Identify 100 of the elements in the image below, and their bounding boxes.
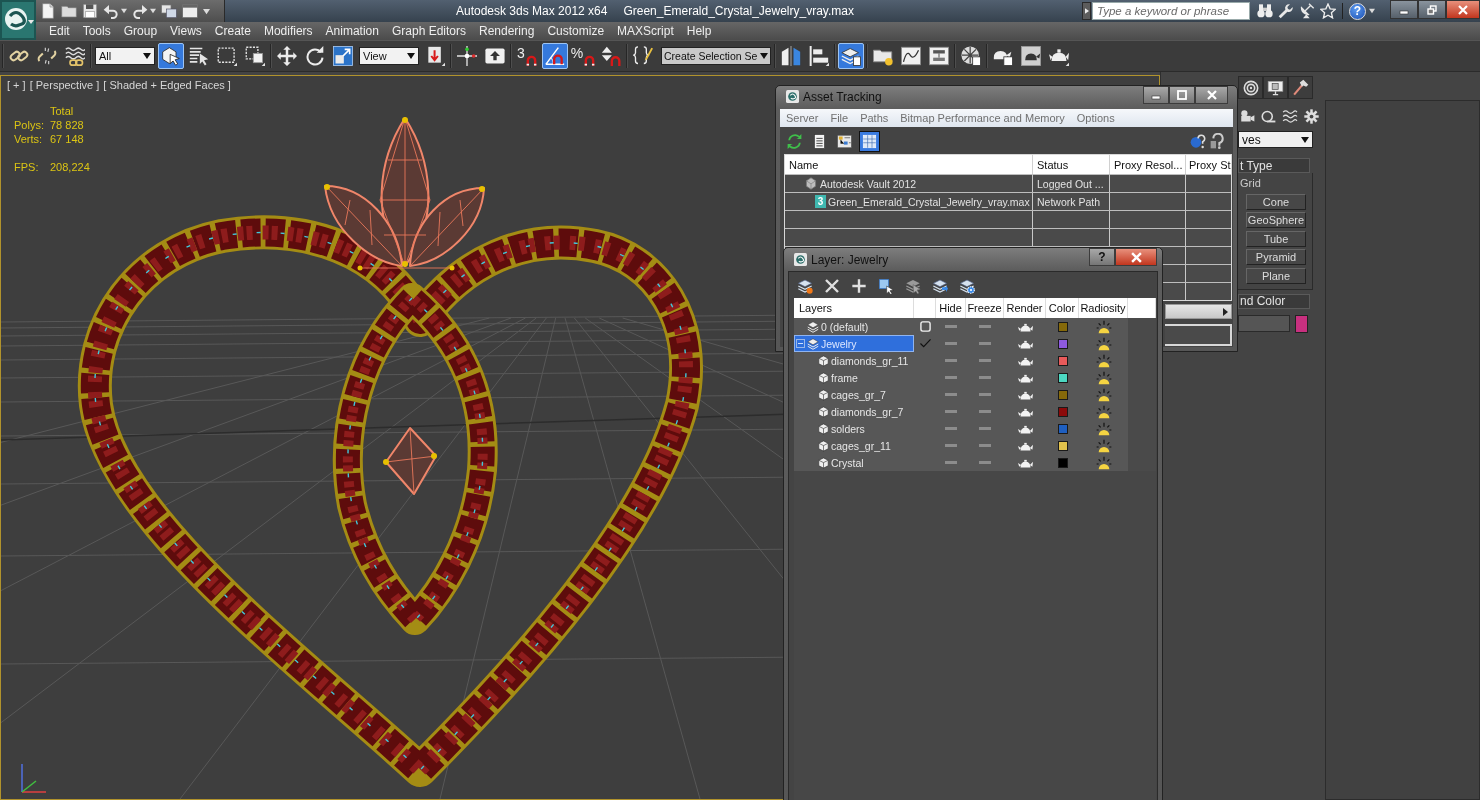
menu-item[interactable]: Tools <box>82 24 111 38</box>
asset-name[interactable]: Green_Emerald_Crystal_Jewelry_vray.max <box>828 195 1030 208</box>
toolbar-button[interactable] <box>330 43 356 69</box>
teapot-icon[interactable] <box>1017 372 1033 383</box>
toolbar-button[interactable] <box>1018 43 1044 69</box>
gear-icon[interactable] <box>1304 108 1319 124</box>
caret-icon[interactable] <box>203 7 210 15</box>
color-swatch[interactable] <box>1057 372 1068 383</box>
undo-icon[interactable] <box>103 3 119 19</box>
sun-icon[interactable] <box>1095 319 1112 334</box>
close-button[interactable] <box>1115 248 1157 266</box>
create-button[interactable]: Plane <box>1246 267 1306 284</box>
redo-icon[interactable] <box>132 3 148 19</box>
menu-item[interactable]: Options <box>1076 112 1115 124</box>
check-mark-icon[interactable] <box>918 338 932 349</box>
teapot-icon[interactable] <box>1017 440 1033 451</box>
color-swatch[interactable] <box>1057 423 1068 434</box>
selection-set-field[interactable]: Create Selection Se <box>661 47 771 65</box>
sun-icon[interactable] <box>1095 387 1112 402</box>
collapse-icon[interactable] <box>796 339 805 348</box>
create-button[interactable]: Pyramid <box>1246 249 1306 265</box>
toolbar-button[interactable] <box>859 130 880 152</box>
panel-tab[interactable] <box>1238 76 1263 99</box>
path-field[interactable] <box>1165 324 1232 346</box>
sun-icon[interactable] <box>1095 404 1112 419</box>
dropdown[interactable]: View <box>359 47 419 65</box>
color-swatch[interactable] <box>1057 406 1068 417</box>
teapot-icon[interactable] <box>1017 321 1033 332</box>
restore-button[interactable] <box>1418 0 1446 19</box>
layer-item[interactable]: cages_gr_7 <box>794 386 914 403</box>
menu-item[interactable]: Rendering <box>479 24 535 38</box>
window-icon[interactable] <box>182 3 198 19</box>
color-swatch[interactable] <box>1057 355 1068 366</box>
horizontal-scrollbar[interactable] <box>1165 304 1232 319</box>
new-document-icon[interactable] <box>40 3 56 19</box>
menu-item[interactable]: Server <box>786 112 819 124</box>
waves-icon[interactable] <box>1282 108 1298 124</box>
star-icon[interactable] <box>1320 3 1336 19</box>
overlapping-windows-icon[interactable] <box>161 3 177 19</box>
sun-icon[interactable] <box>1095 438 1112 453</box>
sun-icon[interactable] <box>1095 353 1112 368</box>
menu-item[interactable]: Customize <box>547 24 605 38</box>
column-header[interactable]: Proxy St <box>1186 155 1231 174</box>
menu-item[interactable]: MAXScript <box>617 24 674 38</box>
sun-icon[interactable] <box>1095 370 1112 385</box>
teapot-icon[interactable] <box>1017 389 1033 400</box>
sun-icon[interactable] <box>1095 421 1112 436</box>
minimize-button[interactable] <box>1143 86 1169 104</box>
color-swatch[interactable] <box>1057 457 1068 468</box>
category-dropdown[interactable]: ves <box>1238 131 1313 148</box>
caret-icon[interactable] <box>121 8 127 14</box>
teapot-icon[interactable] <box>1017 423 1033 434</box>
panel-tab[interactable] <box>1263 76 1288 99</box>
sun-icon[interactable] <box>1095 336 1112 351</box>
checkbox-icon[interactable] <box>919 321 931 332</box>
layer-item[interactable]: diamonds_gr_7 <box>794 403 914 420</box>
expand-button[interactable] <box>1082 2 1091 20</box>
menu-item[interactable]: Animation <box>325 24 379 38</box>
viewport-label[interactable]: [ + ] <box>7 79 26 91</box>
help-globe-icon[interactable] <box>1190 133 1206 149</box>
viewport-label[interactable]: [ Perspective ] <box>29 79 100 91</box>
create-button[interactable]: Cone <box>1246 193 1306 210</box>
viewport-label[interactable]: [ Shaded + Edged Faces ] <box>103 79 231 91</box>
menu-item[interactable]: Help <box>686 24 712 38</box>
folder-icon[interactable] <box>61 3 77 19</box>
asset-name[interactable]: Autodesk Vault 2012 <box>820 177 917 190</box>
maximize-button[interactable] <box>1169 86 1195 104</box>
layer-item[interactable]: solders <box>794 420 914 437</box>
layer-item[interactable]: frame <box>794 369 914 386</box>
teapot-icon[interactable] <box>1017 457 1033 468</box>
color-swatch[interactable] <box>1295 314 1308 333</box>
menu-item[interactable]: Bitmap Performance and Memory <box>900 112 1065 124</box>
name-field[interactable] <box>1238 315 1290 332</box>
help-button[interactable]: ? <box>1349 2 1366 20</box>
camera-icon[interactable] <box>1240 108 1255 124</box>
close-button[interactable] <box>1195 86 1228 104</box>
column-header[interactable]: Proxy Resol... <box>1110 155 1186 174</box>
app-logo-icon[interactable] <box>0 0 36 40</box>
rollout-header[interactable]: t Type <box>1238 158 1310 173</box>
menu-item[interactable]: Views <box>170 24 202 38</box>
satellite-dish-icon[interactable] <box>1299 3 1315 19</box>
caret-icon[interactable] <box>1369 8 1375 14</box>
column-header[interactable]: Status <box>1033 155 1110 174</box>
minimize-button[interactable] <box>1390 0 1418 19</box>
menu-item[interactable]: Graph Editors <box>391 24 466 38</box>
teapot-icon[interactable] <box>1017 338 1033 349</box>
menu-item[interactable]: Modifiers <box>263 24 313 38</box>
teapot-icon[interactable] <box>1017 355 1033 366</box>
color-swatch[interactable] <box>1057 389 1068 400</box>
layer-item[interactable]: cages_gr_11 <box>794 437 914 454</box>
color-swatch[interactable] <box>1057 338 1068 349</box>
tape-measure-icon[interactable] <box>1261 108 1276 124</box>
wrench-icon[interactable] <box>1278 3 1294 19</box>
column-header[interactable]: Name <box>785 155 1033 174</box>
layer-item[interactable]: 0 (default) <box>794 318 914 335</box>
panel-tab[interactable] <box>1288 76 1313 99</box>
menu-item[interactable]: Create <box>214 24 251 38</box>
menu-item[interactable]: File <box>830 112 849 124</box>
close-button[interactable] <box>1446 0 1480 19</box>
sun-icon[interactable] <box>1095 455 1112 470</box>
